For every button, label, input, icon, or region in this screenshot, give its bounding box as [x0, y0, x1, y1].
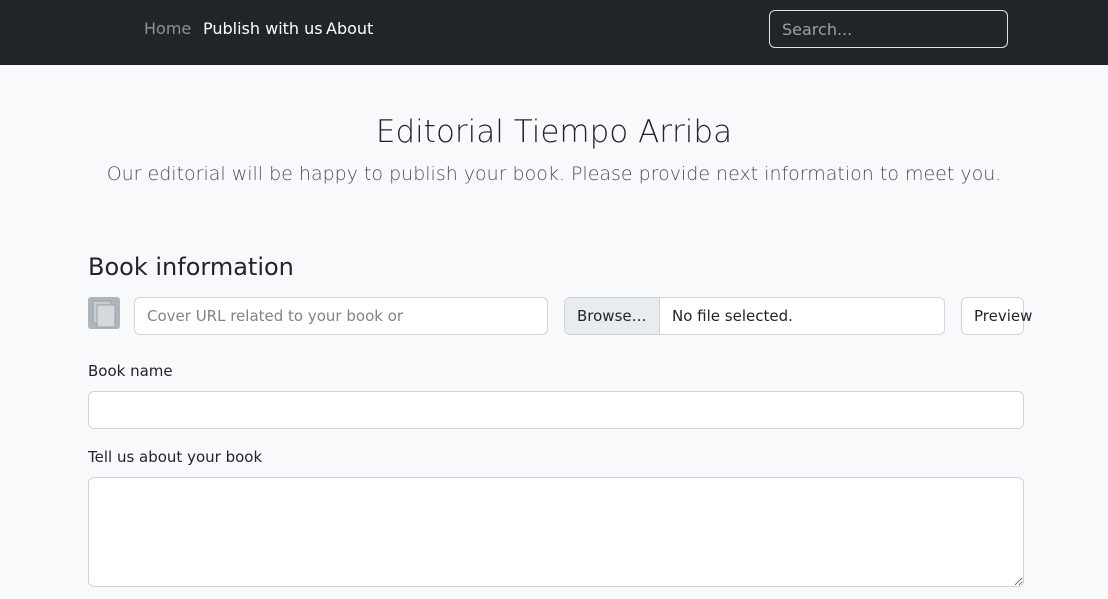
search-input[interactable]	[769, 10, 1008, 48]
page-lead: Our editorial will be happy to publish y…	[106, 163, 1002, 185]
top-navbar: Home Publish with us About	[0, 0, 1108, 65]
preview-button-label: Preview	[974, 307, 1033, 325]
book-name-input[interactable]	[88, 391, 1024, 429]
file-icon	[88, 297, 120, 329]
book-description-label: Tell us about your book	[88, 448, 263, 466]
book-name-label: Book name	[88, 362, 173, 380]
nav-about-link[interactable]: About	[326, 19, 373, 39]
nav-home-link[interactable]: Home	[144, 19, 191, 39]
nav-publish-link[interactable]: Publish with us	[203, 19, 323, 39]
file-status-text: No file selected.	[672, 307, 793, 325]
preview-button[interactable]: Preview	[961, 297, 1032, 335]
cover-url-input[interactable]	[134, 297, 548, 335]
book-information-heading: Book information	[88, 253, 294, 281]
cover-file-input[interactable]: Browse… No file selected.	[564, 297, 945, 335]
page-title: Editorial Tiempo Arriba	[375, 114, 733, 150]
book-description-textarea[interactable]	[88, 477, 1024, 587]
browse-button[interactable]: Browse…	[565, 298, 660, 334]
